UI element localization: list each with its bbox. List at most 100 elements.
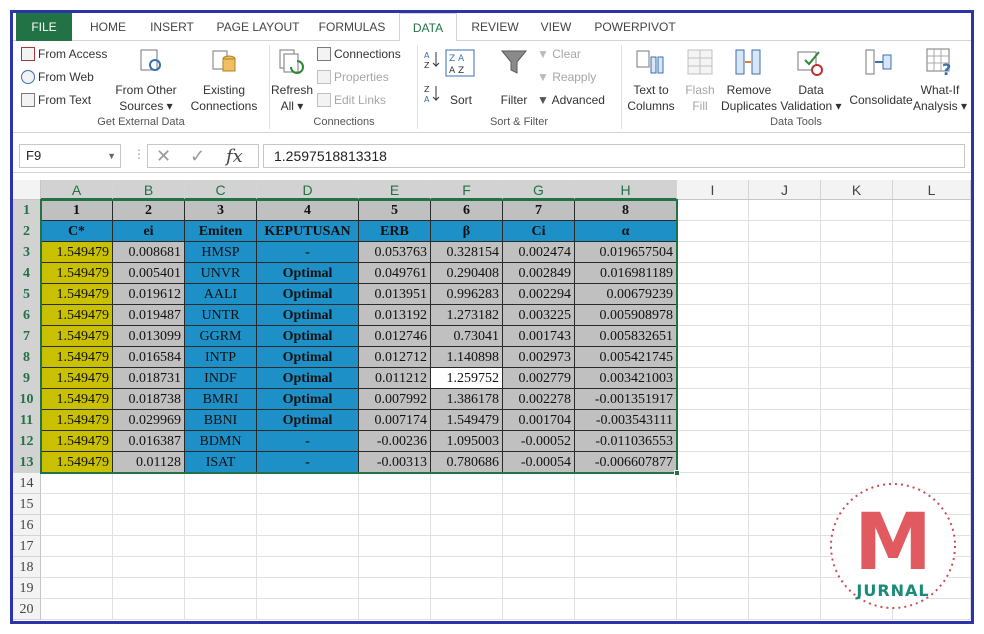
table-cell[interactable]: 1.273182 xyxy=(431,305,503,326)
cell[interactable] xyxy=(821,242,893,263)
chevron-down-icon[interactable]: ▼ xyxy=(107,145,116,167)
cell[interactable] xyxy=(749,305,821,326)
row-header-15[interactable]: 15 xyxy=(13,494,41,515)
table-cell[interactable]: 0.002294 xyxy=(503,284,575,305)
table-cell[interactable]: 0.029969 xyxy=(113,410,185,431)
table-cell[interactable]: 0.73041 xyxy=(431,326,503,347)
row-header-13[interactable]: 13 xyxy=(13,452,41,473)
cell[interactable] xyxy=(749,347,821,368)
table-cell[interactable]: 0.016584 xyxy=(113,347,185,368)
cell[interactable] xyxy=(677,536,749,557)
clear-button[interactable]: ▼ Clear xyxy=(537,47,581,61)
table-header-cell[interactable]: ei xyxy=(113,221,185,242)
cell[interactable] xyxy=(893,452,971,473)
cell[interactable] xyxy=(677,305,749,326)
cell[interactable] xyxy=(257,494,359,515)
row-header-10[interactable]: 10 xyxy=(13,389,41,410)
cell[interactable] xyxy=(257,515,359,536)
table-header-cell[interactable]: β xyxy=(431,221,503,242)
table-cell[interactable]: 0.996283 xyxy=(431,284,503,305)
cell[interactable] xyxy=(575,557,677,578)
table-cell[interactable]: AALI xyxy=(185,284,257,305)
sort-button[interactable]: Sort xyxy=(443,92,479,108)
cell[interactable] xyxy=(575,494,677,515)
column-number-cell[interactable]: 6 xyxy=(431,200,503,221)
table-cell[interactable]: 0.012746 xyxy=(359,326,431,347)
cell[interactable] xyxy=(677,284,749,305)
cell[interactable] xyxy=(677,431,749,452)
filter-button[interactable]: Filter xyxy=(491,92,537,108)
existing-connections-button[interactable]: Existing Connections xyxy=(185,82,263,114)
cell[interactable] xyxy=(749,284,821,305)
cell[interactable] xyxy=(185,494,257,515)
tab-powerpivot[interactable]: POWERPIVOT xyxy=(587,13,683,41)
data-validation-button[interactable]: Data Validation ▾ xyxy=(779,82,843,114)
cell[interactable] xyxy=(185,599,257,620)
table-cell[interactable]: BMRI xyxy=(185,389,257,410)
from-web-button[interactable]: From Web xyxy=(21,70,94,84)
table-cell[interactable]: 0.005421745 xyxy=(575,347,677,368)
column-header-c[interactable]: C xyxy=(185,180,257,200)
table-cell[interactable]: 0.00679239 xyxy=(575,284,677,305)
row-header-16[interactable]: 16 xyxy=(13,515,41,536)
table-cell[interactable]: ISAT xyxy=(185,452,257,473)
table-cell[interactable]: 1.549479 xyxy=(41,368,113,389)
row-header-1[interactable]: 1 xyxy=(13,200,41,221)
table-cell[interactable]: 0.328154 xyxy=(431,242,503,263)
table-cell[interactable]: 0.018738 xyxy=(113,389,185,410)
table-cell[interactable]: Optimal xyxy=(257,326,359,347)
table-cell[interactable]: 0.008681 xyxy=(113,242,185,263)
reapply-button[interactable]: ▼ Reapply xyxy=(537,70,596,84)
connections-button[interactable]: Connections xyxy=(317,47,401,61)
column-number-cell[interactable]: 1 xyxy=(41,200,113,221)
cell[interactable] xyxy=(749,368,821,389)
column-number-cell[interactable]: 2 xyxy=(113,200,185,221)
table-cell[interactable]: 0.003225 xyxy=(503,305,575,326)
row-header-5[interactable]: 5 xyxy=(13,284,41,305)
cell[interactable] xyxy=(821,263,893,284)
cell[interactable] xyxy=(677,389,749,410)
table-cell[interactable]: 1.549479 xyxy=(41,242,113,263)
flash-fill-button[interactable]: Flash Fill xyxy=(681,82,719,114)
table-cell[interactable]: Optimal xyxy=(257,347,359,368)
cell[interactable] xyxy=(749,431,821,452)
cell[interactable] xyxy=(113,473,185,494)
cell[interactable] xyxy=(749,536,821,557)
table-cell[interactable]: - xyxy=(257,431,359,452)
cell[interactable] xyxy=(431,473,503,494)
row-header-12[interactable]: 12 xyxy=(13,431,41,452)
cell[interactable] xyxy=(113,494,185,515)
cell[interactable] xyxy=(41,473,113,494)
cell[interactable] xyxy=(431,599,503,620)
cell[interactable] xyxy=(185,473,257,494)
text-to-columns-button[interactable]: Text to Columns xyxy=(623,82,679,114)
cell[interactable] xyxy=(575,578,677,599)
tab-data[interactable]: DATA xyxy=(399,13,457,42)
table-cell[interactable]: 1.386178 xyxy=(431,389,503,410)
table-cell[interactable]: 0.016387 xyxy=(113,431,185,452)
table-cell[interactable]: -0.006607877 xyxy=(575,452,677,473)
cell[interactable] xyxy=(41,557,113,578)
insert-function-icon[interactable]: fx xyxy=(226,146,243,167)
cell[interactable] xyxy=(821,347,893,368)
table-cell[interactable]: 0.049761 xyxy=(359,263,431,284)
table-cell[interactable]: 0.012712 xyxy=(359,347,431,368)
cell[interactable] xyxy=(677,242,749,263)
cell[interactable] xyxy=(41,578,113,599)
cell[interactable] xyxy=(821,368,893,389)
cell[interactable] xyxy=(431,515,503,536)
cell[interactable] xyxy=(749,515,821,536)
cell[interactable] xyxy=(749,263,821,284)
tab-view[interactable]: VIEW xyxy=(533,13,579,41)
cell[interactable] xyxy=(677,263,749,284)
column-header-i[interactable]: I xyxy=(677,180,749,200)
table-cell[interactable]: 0.013099 xyxy=(113,326,185,347)
cell[interactable] xyxy=(113,515,185,536)
cell[interactable] xyxy=(677,368,749,389)
column-number-cell[interactable]: 5 xyxy=(359,200,431,221)
cell[interactable] xyxy=(41,536,113,557)
from-text-button[interactable]: From Text xyxy=(21,93,91,107)
cell[interactable] xyxy=(677,557,749,578)
cell[interactable] xyxy=(821,200,893,221)
row-header-8[interactable]: 8 xyxy=(13,347,41,368)
